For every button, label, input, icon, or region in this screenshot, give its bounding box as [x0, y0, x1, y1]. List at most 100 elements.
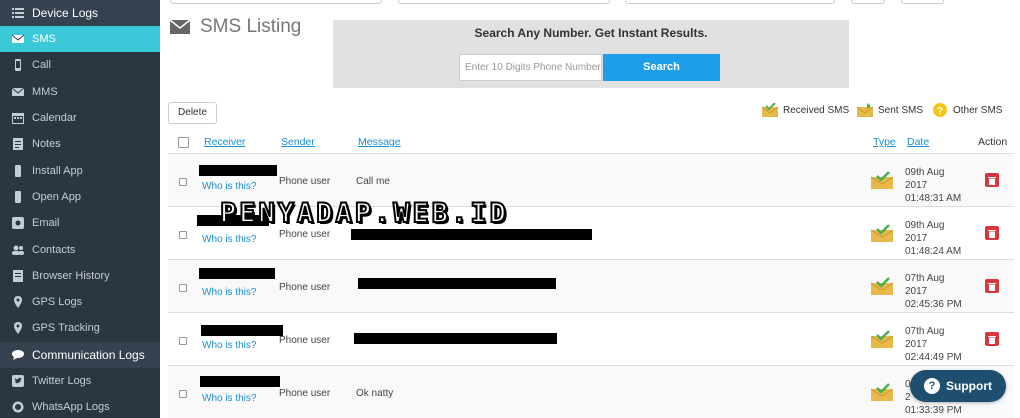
date-line: 2017: [905, 339, 928, 350]
sidebar-item-open-app[interactable]: Open App: [0, 184, 160, 210]
legend-label: Sent SMS: [878, 104, 924, 116]
delete-button[interactable]: Delete: [168, 102, 217, 124]
date-line: 2017: [905, 233, 928, 244]
envelope-icon: [12, 33, 24, 45]
phone-number-input[interactable]: Enter 10 Digits Phone Number: [459, 54, 602, 81]
top-input-3[interactable]: [625, 0, 835, 4]
sidebar-item-whatsapp-logs[interactable]: WhatsApp Logs: [0, 394, 160, 418]
sidebar-item-label: Notes: [32, 138, 61, 151]
row-checkbox[interactable]: [179, 284, 187, 292]
sidebar-item-install-app[interactable]: Install App: [0, 157, 160, 183]
column-message[interactable]: Message: [358, 136, 401, 148]
row-checkbox[interactable]: [179, 390, 187, 398]
sidebar-item-contacts[interactable]: Contacts: [0, 236, 160, 262]
date-line: 02:45:36 PM: [905, 299, 962, 310]
support-button[interactable]: ? Support: [910, 370, 1006, 402]
sidebar-item-calendar[interactable]: Calendar: [0, 105, 160, 131]
delete-row-button[interactable]: [985, 279, 999, 293]
column-sender[interactable]: Sender: [281, 136, 315, 148]
app-page: Device Logs SMS Call MMS Calendar Notes …: [0, 0, 1020, 418]
date-cell: 09th Aug 2017 01:48:31 AM: [905, 166, 961, 205]
sidebar-item-label: GPS Tracking: [32, 322, 100, 335]
twitter-icon: [12, 375, 24, 387]
sidebar-item-label: Calendar: [32, 112, 77, 125]
sidebar-item-label: Install App: [32, 164, 83, 177]
sidebar-item-mms[interactable]: MMS: [0, 79, 160, 105]
phone-icon: [12, 59, 24, 72]
delete-row-button[interactable]: [985, 226, 999, 240]
sms-table: Receiver Sender Message Type Date Action…: [168, 128, 1014, 418]
received-sms-icon: [871, 383, 893, 401]
who-is-this-link[interactable]: Who is this?: [202, 181, 256, 192]
list-icon: [12, 7, 24, 19]
table-row[interactable]: Who is this? Phone user 07th Aug 2017 02:4…: [168, 313, 1014, 366]
notes-icon: [12, 138, 24, 151]
legend-label: Other SMS: [953, 104, 1003, 116]
sidebar-item-email[interactable]: Email: [0, 210, 160, 236]
question-icon: ?: [933, 103, 947, 117]
who-is-this-link[interactable]: Who is this?: [202, 234, 256, 245]
sender-cell: Phone user: [279, 229, 331, 240]
sidebar: Device Logs SMS Call MMS Calendar Notes …: [0, 0, 160, 418]
redacted-message: [354, 333, 557, 344]
delete-row-button[interactable]: [985, 173, 999, 187]
sidebar-item-browser-history[interactable]: Browser History: [0, 263, 160, 289]
sidebar-item-sms[interactable]: SMS: [0, 26, 160, 53]
column-action: Action: [978, 136, 1008, 148]
table-row[interactable]: Who is this? Phone user Ok natty 0 2 01:33…: [168, 366, 1014, 418]
table-row[interactable]: Who is this? Phone user 07th Aug 2017 02:4…: [168, 260, 1014, 313]
sidebar-item-label: GPS Logs: [32, 296, 83, 309]
sidebar-item-label: WhatsApp Logs: [32, 401, 110, 414]
date-cell: 07th Aug 2017 02:44:49 PM: [905, 325, 962, 364]
top-button-2[interactable]: [901, 0, 944, 4]
row-checkbox[interactable]: [179, 178, 187, 186]
envelope-icon: [12, 86, 24, 98]
sender-cell: Phone user: [279, 335, 331, 346]
sidebar-item-call[interactable]: Call: [0, 52, 160, 78]
sidebar-item-communication-logs[interactable]: Communication Logs: [0, 341, 160, 368]
users-icon: [12, 244, 24, 256]
date-line: 09th Aug: [905, 220, 945, 231]
number-search-panel: Search Any Number. Get Instant Results. …: [333, 20, 849, 88]
sidebar-item-label: Device Logs: [32, 6, 99, 20]
date-cell: 07th Aug 2017 02:45:36 PM: [905, 272, 962, 311]
row-checkbox[interactable]: [179, 337, 187, 345]
page-header: SMS Listing: [170, 16, 301, 38]
date-line: 01:48:31 AM: [905, 193, 962, 204]
received-sms-icon: [871, 171, 893, 189]
who-is-this-link[interactable]: Who is this?: [202, 287, 256, 298]
sidebar-item-gps-tracking[interactable]: GPS Tracking: [0, 315, 160, 341]
who-is-this-link[interactable]: Who is this?: [202, 340, 256, 351]
legend-received: Received SMS: [762, 102, 849, 118]
received-sms-icon: [762, 103, 778, 117]
top-button-1[interactable]: [851, 0, 885, 4]
sidebar-item-label: Call: [32, 59, 51, 72]
whatsapp-icon: [12, 401, 24, 413]
trash-icon: [988, 335, 996, 344]
who-is-this-link[interactable]: Who is this?: [202, 393, 256, 404]
history-icon: [12, 269, 24, 282]
select-all-checkbox[interactable]: [178, 137, 189, 148]
sidebar-item-device-logs[interactable]: Device Logs: [0, 0, 160, 26]
search-button[interactable]: Search: [603, 54, 720, 81]
trash-icon: [988, 176, 996, 185]
top-input-2[interactable]: [398, 0, 610, 4]
column-receiver[interactable]: Receiver: [204, 136, 245, 148]
sidebar-item-label: Browser History: [32, 269, 110, 282]
date-line: 2017: [905, 286, 928, 297]
sidebar-item-gps-logs[interactable]: GPS Logs: [0, 289, 160, 315]
redacted-receiver: [199, 268, 275, 279]
redacted-message: [351, 229, 592, 240]
svg-text:?: ?: [937, 106, 943, 117]
sidebar-item-twitter-logs[interactable]: Twitter Logs: [0, 368, 160, 394]
column-type[interactable]: Type: [873, 136, 896, 148]
redacted-receiver: [199, 165, 277, 176]
legend-other: ? Other SMS: [932, 102, 1002, 118]
date-line: 01:33:39 PM: [905, 405, 962, 416]
delete-row-button[interactable]: [985, 332, 999, 346]
sidebar-item-notes[interactable]: Notes: [0, 131, 160, 157]
page-title: SMS Listing: [200, 16, 302, 37]
top-input-1[interactable]: [170, 0, 382, 4]
column-date[interactable]: Date: [907, 136, 929, 148]
row-checkbox[interactable]: [179, 231, 187, 239]
